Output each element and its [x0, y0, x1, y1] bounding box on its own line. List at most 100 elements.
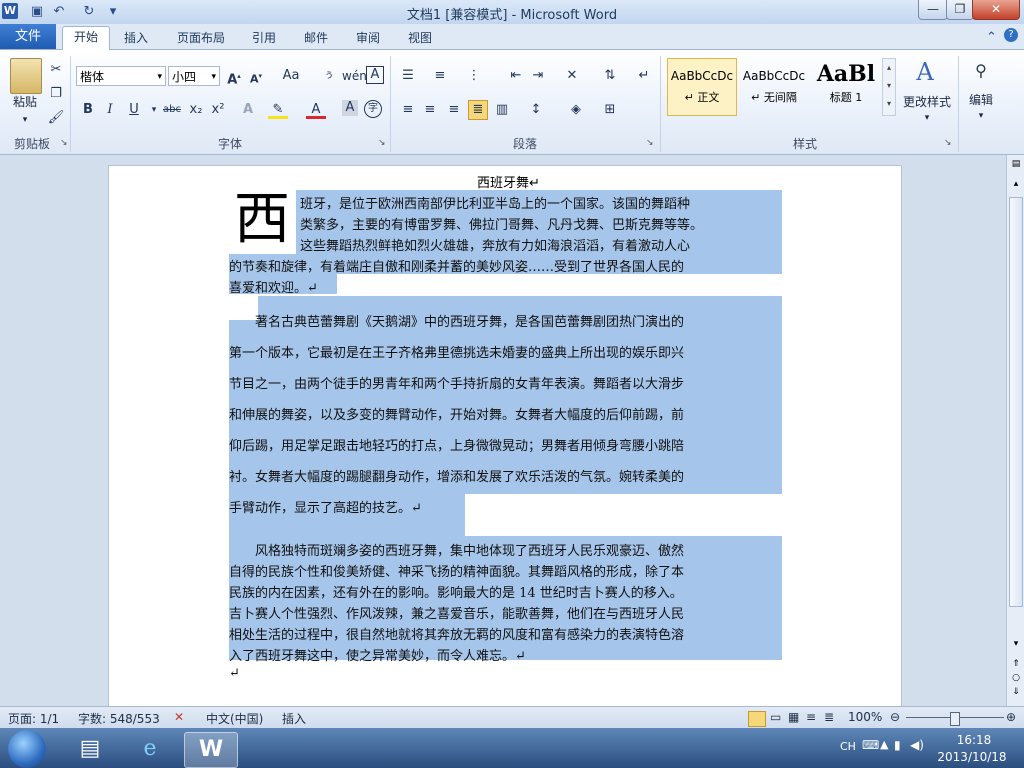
clock-time[interactable]: 16:18 — [944, 733, 1004, 747]
para2-line[interactable]: 和伸展的舞姿，以及多变的舞臂动作，开始对舞。女舞者大幅度的后仰前踢，前 — [229, 404, 782, 423]
style-heading-1[interactable]: AaBl 标题 1 — [811, 58, 881, 116]
zoom-out-icon[interactable]: ⊖ — [890, 710, 900, 724]
align-right-icon[interactable]: ≡ — [444, 100, 464, 120]
scroll-thumb[interactable] — [1009, 197, 1023, 607]
tab-home[interactable]: 开始 — [62, 26, 110, 51]
shading-icon[interactable]: ◈ — [566, 100, 586, 120]
internet-explorer-icon[interactable]: e — [124, 732, 176, 766]
zoom-level[interactable]: 100% — [848, 710, 882, 724]
asian-layout-icon[interactable]: ✕ — [562, 66, 582, 86]
decrease-indent-icon[interactable]: ⇤ — [506, 66, 526, 86]
clipboard-launcher-icon[interactable]: ↘ — [60, 138, 68, 148]
tab-file[interactable]: 文件 — [0, 24, 56, 49]
justify-icon[interactable]: ≣ — [468, 100, 488, 120]
subscript-icon[interactable]: x₂ — [186, 100, 206, 120]
strikethrough-icon[interactable]: abc — [160, 100, 184, 120]
borders-icon[interactable]: ⊞ — [600, 100, 620, 120]
restore-button[interactable]: ❐ — [946, 0, 974, 20]
volume-icon[interactable]: ◀) — [910, 738, 924, 752]
tray-arrow-icon[interactable]: ▲ — [880, 738, 888, 751]
tab-page-layout[interactable]: 页面布局 — [170, 28, 232, 49]
font-family-select[interactable]: 楷体 ▾ — [76, 66, 166, 86]
styles-launcher-icon[interactable]: ↘ — [944, 138, 952, 148]
para3-line[interactable]: 入了西班牙舞这中，使之异常美妙，而令人难忘。↵ — [229, 645, 782, 664]
distributed-icon[interactable]: ▥ — [492, 100, 512, 120]
change-styles-icon[interactable]: A — [912, 58, 938, 86]
outline-icon[interactable]: ≡ — [806, 710, 816, 724]
change-case-icon[interactable]: Aa — [278, 66, 304, 86]
show-marks-icon[interactable]: ↵ — [634, 66, 654, 86]
para3-line[interactable]: 自得的民族个性和俊美矫健、神采飞扬的精神面貌。其舞蹈风格的形成，除了本 — [229, 561, 782, 580]
sort-icon[interactable]: ⇅ — [600, 66, 620, 86]
paste-button[interactable]: 粘贴 — [4, 92, 46, 112]
format-painter-icon[interactable]: 🖌 — [46, 108, 66, 128]
numbering-icon[interactable]: ≡ — [430, 66, 450, 86]
language-indicator[interactable]: 中文(中国) — [206, 710, 263, 727]
tab-insert[interactable]: 插入 — [116, 28, 156, 49]
ribbon-collapse-icon[interactable]: ⌃ — [986, 30, 997, 45]
keyboard-icon[interactable]: ⌨ — [862, 738, 879, 752]
proofing-icon[interactable]: ✕ — [174, 710, 184, 724]
start-button[interactable] — [8, 730, 46, 768]
ruler-toggle-icon[interactable]: ▤ — [1009, 159, 1023, 173]
close-button[interactable]: ✕ — [972, 0, 1020, 20]
clear-format-icon[interactable]: ぅ — [318, 66, 340, 86]
scroll-down-icon[interactable]: ▾ — [1009, 639, 1023, 653]
word-taskbar-icon[interactable]: W — [184, 732, 238, 768]
para3-line[interactable]: 吉卜赛人个性强烈、作风泼辣，兼之喜爱音乐，能歌善舞，他们在与西班牙人民 — [229, 603, 782, 622]
end-mark[interactable]: ↵ — [229, 666, 782, 681]
web-layout-icon[interactable]: ▦ — [788, 710, 799, 724]
superscript-icon[interactable]: x² — [208, 100, 228, 120]
bold-icon[interactable]: B — [78, 100, 98, 120]
underline-icon[interactable]: U — [124, 100, 144, 120]
para3-line[interactable]: 相处生活的过程中，很自然地就将其奔放无羁的风度和富有感染力的表演特色溶 — [229, 624, 782, 643]
help-icon[interactable]: ? — [1004, 28, 1018, 42]
para2-line[interactable]: 衬。女舞者大幅度的踢腿翻身动作，增添和发展了欢乐活泼的气氛。婉转柔美的 — [229, 466, 782, 485]
draft-icon[interactable]: ≣ — [824, 710, 834, 724]
font-size-select[interactable]: 小四 ▾ — [168, 66, 220, 86]
font-launcher-icon[interactable]: ↘ — [378, 138, 386, 148]
input-language[interactable]: CH — [840, 740, 856, 753]
binoculars-icon[interactable]: ⚲ — [968, 58, 994, 84]
file-explorer-icon[interactable]: ▤ — [64, 732, 116, 766]
tab-review[interactable]: 审阅 — [348, 28, 388, 49]
para3-line[interactable]: 风格独特而斑斓多姿的西班牙舞，集中地体现了西班牙人民乐观豪迈、傲然 — [229, 540, 782, 559]
chevron-down-icon[interactable]: ▾ — [920, 108, 934, 128]
browse-object-icon[interactable]: ○ — [1009, 673, 1023, 687]
italic-icon[interactable]: I — [100, 100, 120, 120]
para2-line[interactable]: 手臂动作，显示了高超的技艺。↵ — [229, 497, 782, 516]
multilevel-list-icon[interactable]: ⋮ — [464, 66, 484, 86]
drop-cap[interactable]: 西 — [234, 188, 290, 252]
tab-references[interactable]: 引用 — [244, 28, 284, 49]
full-screen-reading-icon[interactable]: ▭ — [770, 710, 781, 724]
font-color-icon[interactable]: A — [306, 100, 326, 119]
para2-line[interactable]: 仰后踢，用足掌足跟击地轻巧的打点，上身微微晃动；男舞者用倾身弯腰小跳陪 — [229, 435, 782, 454]
zoom-slider-handle[interactable] — [950, 712, 960, 726]
highlight-icon[interactable]: ✎ — [268, 100, 288, 119]
char-border-icon[interactable]: A — [366, 66, 384, 84]
para1-line[interactable]: 这些舞蹈热烈鲜艳如烈火雄雄，奔放有力如海浪滔滔，有着激动人心 — [300, 235, 782, 254]
style-normal[interactable]: AaBbCcDc ↵ 正文 — [667, 58, 737, 116]
paste-dropdown-icon[interactable]: ▾ — [18, 110, 32, 130]
align-center-icon[interactable]: ≡ — [420, 100, 440, 120]
para2-line[interactable]: 著名古典芭蕾舞剧《天鹅湖》中的西班牙舞，是各国芭蕾舞剧团热门演出的 — [229, 311, 782, 330]
tab-mailings[interactable]: 邮件 — [296, 28, 336, 49]
next-page-icon[interactable]: ⇓ — [1009, 687, 1023, 701]
cut-icon[interactable]: ✂ — [46, 60, 66, 80]
word-count[interactable]: 字数: 548/553 — [78, 710, 160, 727]
align-left-icon[interactable]: ≡ — [398, 100, 418, 120]
para3-line[interactable]: 民族的内在因素，还有外在的影响。影响最大的是 14 世纪时吉卜赛人的移入。 — [229, 582, 782, 601]
copy-icon[interactable]: ❐ — [46, 84, 66, 104]
style-no-spacing[interactable]: AaBbCcDc ↵ 无间隔 — [739, 58, 809, 116]
para1-line[interactable]: 类繁多，主要的有博雷罗舞、佛拉门哥舞、凡丹戈舞、巴斯克舞等等。 — [300, 214, 782, 233]
para2-line[interactable]: 节目之一，由两个徒手的男青年和两个手持折扇的女青年表演。舞蹈者以大滑步 — [229, 373, 782, 392]
zoom-in-icon[interactable]: ⊕ — [1006, 710, 1016, 724]
grow-font-icon[interactable]: A▴ — [224, 66, 244, 87]
prev-page-icon[interactable]: ⇑ — [1009, 659, 1023, 673]
enclose-char-icon[interactable]: 字 — [364, 100, 382, 118]
para1-line[interactable]: 的节奏和旋律，有着端庄自傲和刚柔并蓄的美妙风姿……受到了世界各国人民的 — [229, 256, 782, 275]
para1-line[interactable]: 班牙，是位于欧洲西南部伊比利亚半岛上的一个国家。该国的舞蹈种 — [300, 193, 782, 212]
para1-line[interactable]: 喜爱和欢迎。↵ — [229, 277, 782, 296]
document-title[interactable]: 西班牙舞↵ — [477, 172, 540, 191]
para2-line[interactable]: 第一个版本，它最初是在王子齐格弗里德挑选未婚妻的盛典上所出现的娱乐即兴 — [229, 342, 782, 361]
